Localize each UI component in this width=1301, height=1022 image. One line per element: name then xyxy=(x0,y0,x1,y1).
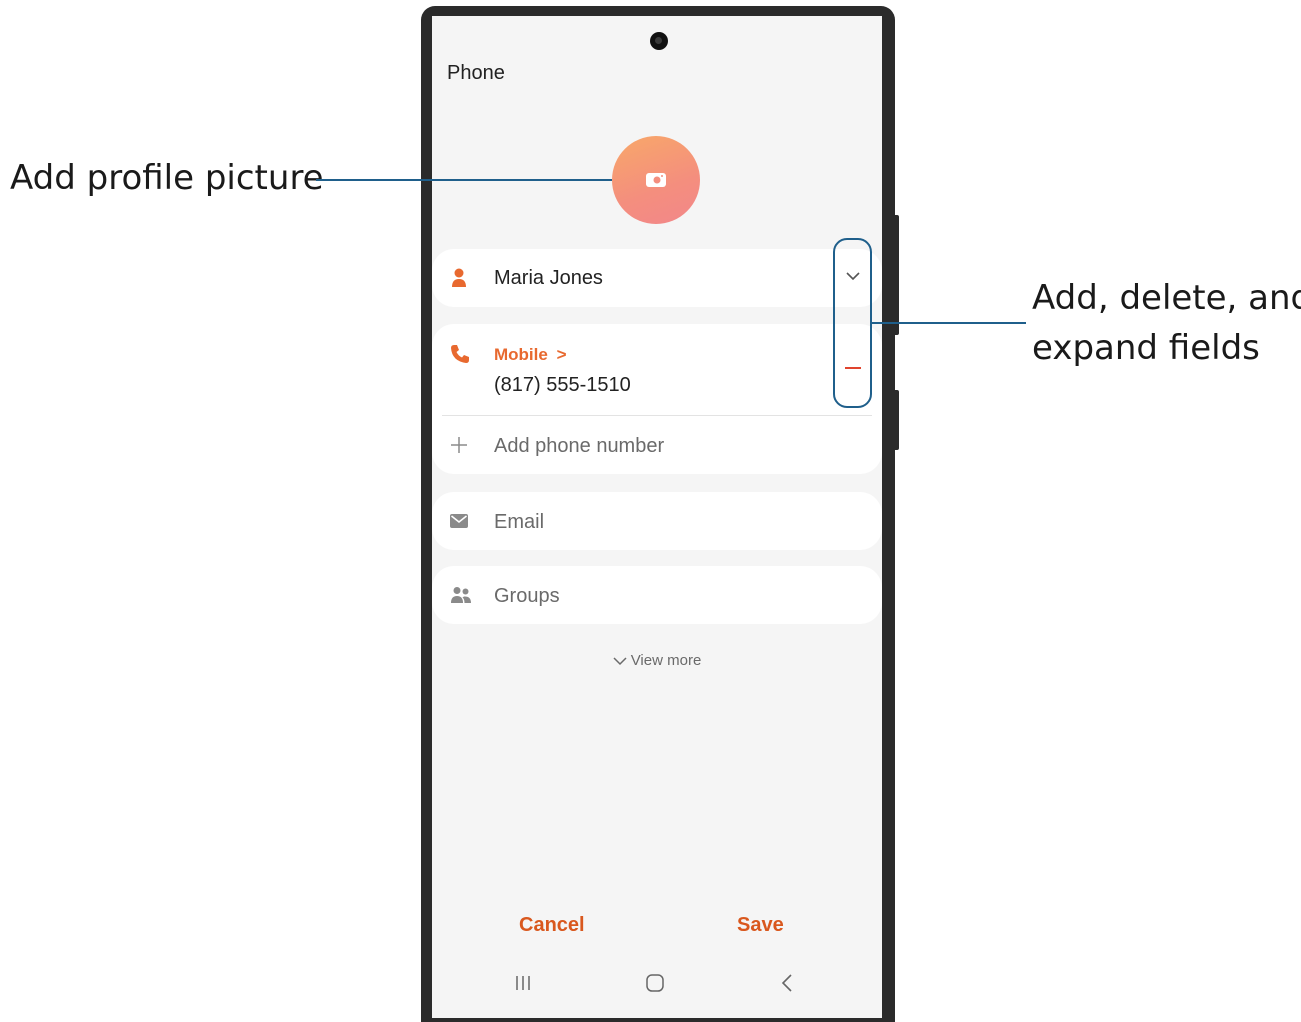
callout-add-profile-picture: Add profile picture xyxy=(10,158,324,198)
callout-bracket-fields xyxy=(833,238,872,408)
phone-card: Mobile > (817) 555-1510 Add phone number xyxy=(432,324,882,474)
front-camera xyxy=(650,32,668,50)
name-value[interactable]: Maria Jones xyxy=(494,267,603,290)
phone-type-chevron: > xyxy=(556,345,567,364)
add-phone-number-field[interactable]: Add phone number xyxy=(494,435,664,458)
groups-card: Groups xyxy=(432,566,882,624)
home-icon[interactable] xyxy=(645,973,665,993)
phone-divider xyxy=(442,415,872,416)
mail-icon xyxy=(450,514,468,528)
view-more-label: View more xyxy=(630,652,702,669)
volume-button xyxy=(893,215,899,335)
back-icon[interactable] xyxy=(781,973,793,993)
email-field[interactable]: Email xyxy=(494,511,544,534)
save-button[interactable]: Save xyxy=(737,914,784,937)
app-title: Phone xyxy=(447,62,505,84)
email-card: Email xyxy=(432,492,882,550)
phone-type-label: Mobile xyxy=(494,345,548,364)
callout-line-profile xyxy=(316,179,612,181)
plus-icon xyxy=(451,437,467,453)
view-more-link[interactable]: View more xyxy=(432,652,882,669)
phone-icon xyxy=(451,345,469,363)
cancel-button[interactable]: Cancel xyxy=(519,914,585,937)
people-icon xyxy=(451,587,471,603)
camera-icon xyxy=(646,173,666,187)
chevron-down-icon xyxy=(613,657,627,666)
phone-type-selector[interactable]: Mobile > xyxy=(494,345,567,365)
name-card: Maria Jones xyxy=(432,249,882,307)
screen: Phone Maria Jones Mobile > (817) 555-151… xyxy=(432,16,882,1018)
system-nav-bar xyxy=(432,964,882,1004)
profile-picture-button[interactable] xyxy=(612,136,700,224)
person-icon xyxy=(452,268,466,287)
recent-apps-icon[interactable] xyxy=(514,974,532,992)
phone-number-value[interactable]: (817) 555-1510 xyxy=(494,374,631,397)
callout-fields-line1: Add, delete, and xyxy=(1032,278,1301,318)
callout-fields-line2: expand fields xyxy=(1032,328,1260,368)
power-button xyxy=(893,390,899,450)
groups-field[interactable]: Groups xyxy=(494,585,560,608)
callout-line-fields xyxy=(871,322,1026,324)
